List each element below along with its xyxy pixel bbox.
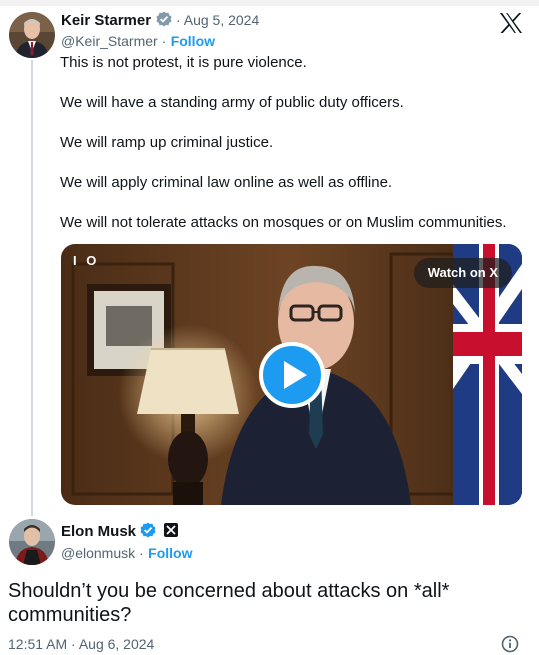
avatar-keir-starmer[interactable]	[9, 12, 55, 58]
avatar-elon-musk[interactable]	[9, 519, 55, 565]
reply-post-subheader: @elonmusk · Follow	[61, 545, 192, 563]
video-corner-label: I O	[73, 253, 100, 268]
post-paragraph: This is not protest, it is pure violence…	[60, 54, 307, 71]
verified-gray-icon	[156, 11, 171, 27]
video-player[interactable]: I O Watch on X	[61, 244, 522, 505]
reply-text: Shouldn’t you be concerned about attacks…	[8, 580, 450, 626]
info-icon[interactable]	[501, 635, 519, 653]
play-icon[interactable]	[259, 342, 325, 408]
post-date[interactable]: · Aug 5, 2024	[176, 12, 259, 28]
watch-on-x-button[interactable]: Watch on X	[413, 258, 512, 288]
x-logo-icon[interactable]	[499, 12, 523, 34]
quoted-post-header: Keir Starmer · Aug 5, 2024	[61, 11, 259, 31]
reply-post-header: Elon Musk	[61, 522, 179, 542]
thread-line	[31, 60, 33, 516]
author-name[interactable]: Keir Starmer	[61, 12, 151, 29]
follow-button[interactable]: Follow	[148, 545, 192, 561]
post-timestamp[interactable]: 12:51 AM · Aug 6, 2024	[8, 636, 154, 652]
post-paragraph: We will ramp up criminal justice.	[60, 134, 274, 151]
post-paragraph: We will have a standing army of public d…	[60, 94, 404, 111]
quoted-post-subheader: @Keir_Starmer · Follow	[61, 33, 215, 51]
author-handle[interactable]: @Keir_Starmer ·	[61, 33, 166, 49]
top-divider	[0, 0, 539, 6]
follow-button[interactable]: Follow	[171, 33, 215, 49]
author-handle[interactable]: @elonmusk ·	[61, 545, 144, 561]
x-badge-icon	[163, 523, 178, 537]
author-name[interactable]: Elon Musk	[61, 523, 136, 540]
post-paragraph: We will apply criminal law online as wel…	[60, 174, 393, 191]
post-paragraph: We will not tolerate attacks on mosques …	[60, 214, 507, 231]
verified-blue-icon	[140, 522, 156, 538]
